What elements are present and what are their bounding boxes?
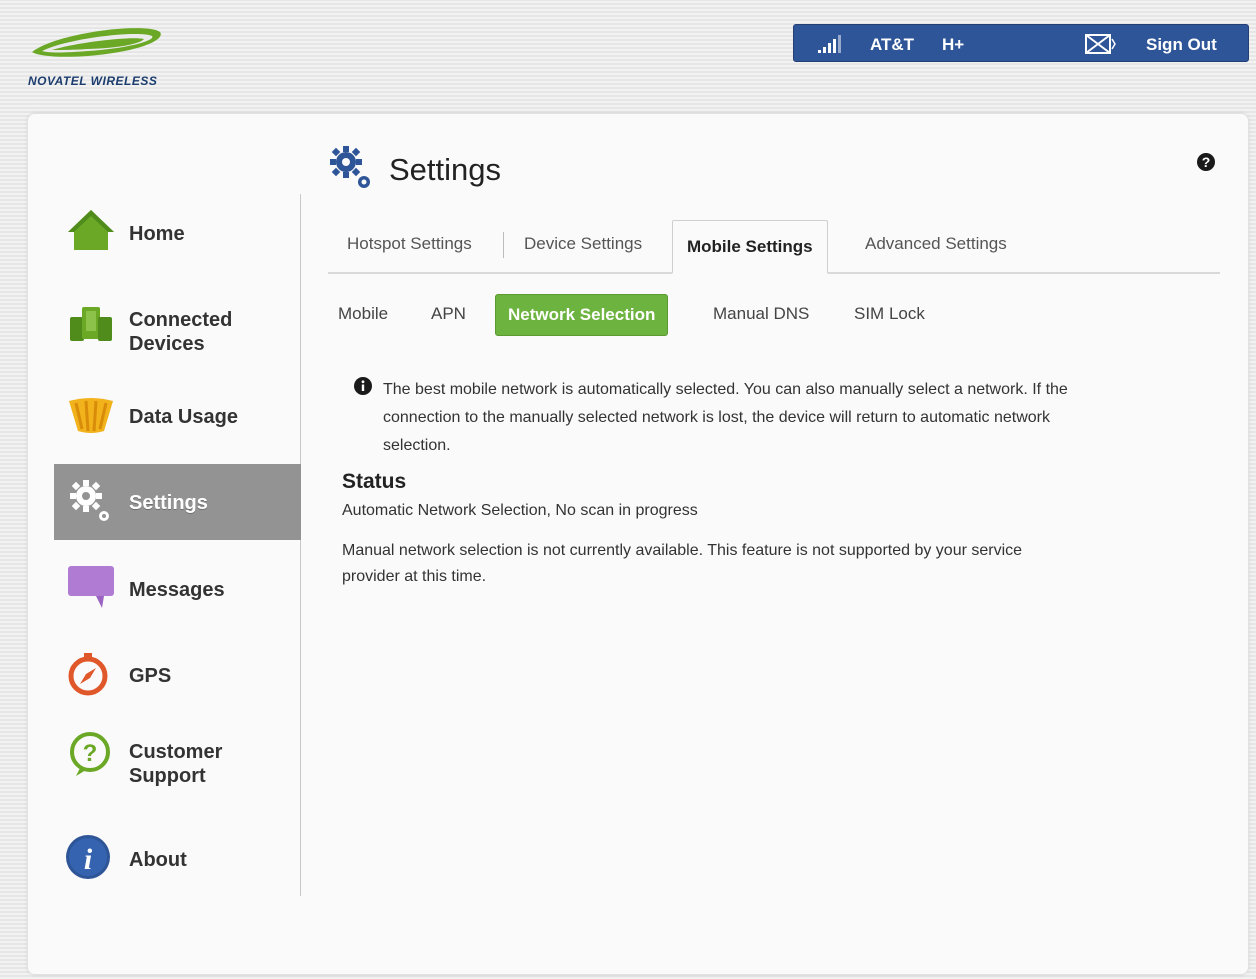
- svg-text:?: ?: [83, 740, 98, 767]
- brand-name: NOVATEL WIRELESS: [28, 74, 158, 88]
- subtab-mobile[interactable]: Mobile: [338, 304, 388, 324]
- sidebar-item-gps[interactable]: GPS: [54, 638, 301, 714]
- sign-out-button[interactable]: Sign Out: [1146, 35, 1217, 55]
- notice-line: provider at this time.: [342, 568, 487, 585]
- help-icon[interactable]: ?: [1196, 152, 1216, 172]
- subtab-network-selection[interactable]: Network Selection: [495, 294, 669, 336]
- sidebar-item-label: Connected Devices: [129, 309, 233, 355]
- subtab-sim-lock[interactable]: SIM Lock: [854, 304, 925, 324]
- sidebar-item-label: Messages: [129, 579, 225, 601]
- mobile-subtabs: Mobile APN Network Selection Manual DNS …: [328, 294, 1220, 336]
- settings-tabs: Hotspot Settings Device Settings Mobile …: [328, 220, 1220, 274]
- compass-icon: [68, 653, 108, 696]
- connected-devices-icon: [70, 307, 112, 341]
- subtab-apn[interactable]: APN: [431, 304, 466, 324]
- carrier-name: AT&T: [870, 35, 915, 54]
- info-line: connection to the manually selected netw…: [383, 409, 1050, 426]
- novatel-logo: NOVATEL WIRELESS: [28, 22, 188, 92]
- main-card: Home Connected Devices Data Usage Settin…: [27, 113, 1249, 975]
- info-text: The best mobile network is automatically…: [383, 376, 1068, 460]
- sidebar-item-settings[interactable]: Settings: [54, 464, 301, 540]
- status-value: Automatic Network Selection, No scan in …: [342, 502, 698, 519]
- home-icon: [68, 210, 114, 250]
- info-line: The best mobile network is automatically…: [383, 381, 1068, 398]
- info-circle-icon: [354, 377, 372, 395]
- gear-icon: [70, 480, 109, 521]
- notice-line: Manual network selection is not currentl…: [342, 542, 1023, 559]
- logo-swoosh-icon: [32, 28, 161, 57]
- sidebar-item-about[interactable]: i About: [54, 822, 301, 898]
- tab-device-settings[interactable]: Device Settings: [524, 234, 642, 254]
- sidebar-item-data-usage[interactable]: Data Usage: [54, 379, 301, 455]
- tab-advanced-settings[interactable]: Advanced Settings: [865, 234, 1007, 254]
- sidebar-item-label: About: [129, 849, 187, 871]
- sidebar-item-label: Home: [129, 223, 185, 245]
- sidebar-item-label: Settings: [129, 492, 208, 514]
- content-area: Settings ? Hotspot Settings Device Setti…: [328, 114, 1228, 974]
- svg-text:i: i: [84, 843, 93, 876]
- page-title: Settings: [389, 152, 502, 187]
- sidebar-item-home[interactable]: Home: [54, 196, 301, 272]
- signal-strength-icon: [818, 35, 841, 53]
- tab-hotspot-settings[interactable]: Hotspot Settings: [347, 234, 472, 254]
- data-usage-icon: [69, 398, 113, 433]
- unavailable-notice: Manual network selection is not currentl…: [342, 538, 1172, 590]
- subtab-manual-dns[interactable]: Manual DNS: [713, 304, 809, 324]
- settings-gear-icon: [330, 146, 370, 188]
- info-line: selection.: [383, 437, 451, 454]
- sidebar-item-customer-support[interactable]: ? Customer Support: [54, 724, 301, 800]
- sidebar-item-messages[interactable]: Messages: [54, 552, 301, 628]
- message-bubble-icon: [68, 566, 114, 608]
- info-icon: i: [66, 835, 110, 879]
- status-bar: AT&T H+ Sign Out: [793, 24, 1249, 62]
- sidebar-item-label: GPS: [129, 665, 172, 687]
- status-heading: Status: [342, 470, 407, 493]
- support-icon: ?: [70, 732, 110, 776]
- sidebar-item-connected-devices[interactable]: Connected Devices: [54, 294, 301, 370]
- network-type: H+: [942, 35, 965, 54]
- sidebar: Home Connected Devices Data Usage Settin…: [28, 114, 302, 974]
- tab-mobile-settings[interactable]: Mobile Settings: [672, 220, 828, 274]
- messages-envelope-icon[interactable]: [1084, 33, 1116, 55]
- svg-text:?: ?: [1202, 154, 1211, 170]
- sidebar-item-label: Data Usage: [129, 406, 238, 428]
- tab-separator: [503, 232, 504, 258]
- sidebar-item-label: Customer Support: [129, 741, 223, 787]
